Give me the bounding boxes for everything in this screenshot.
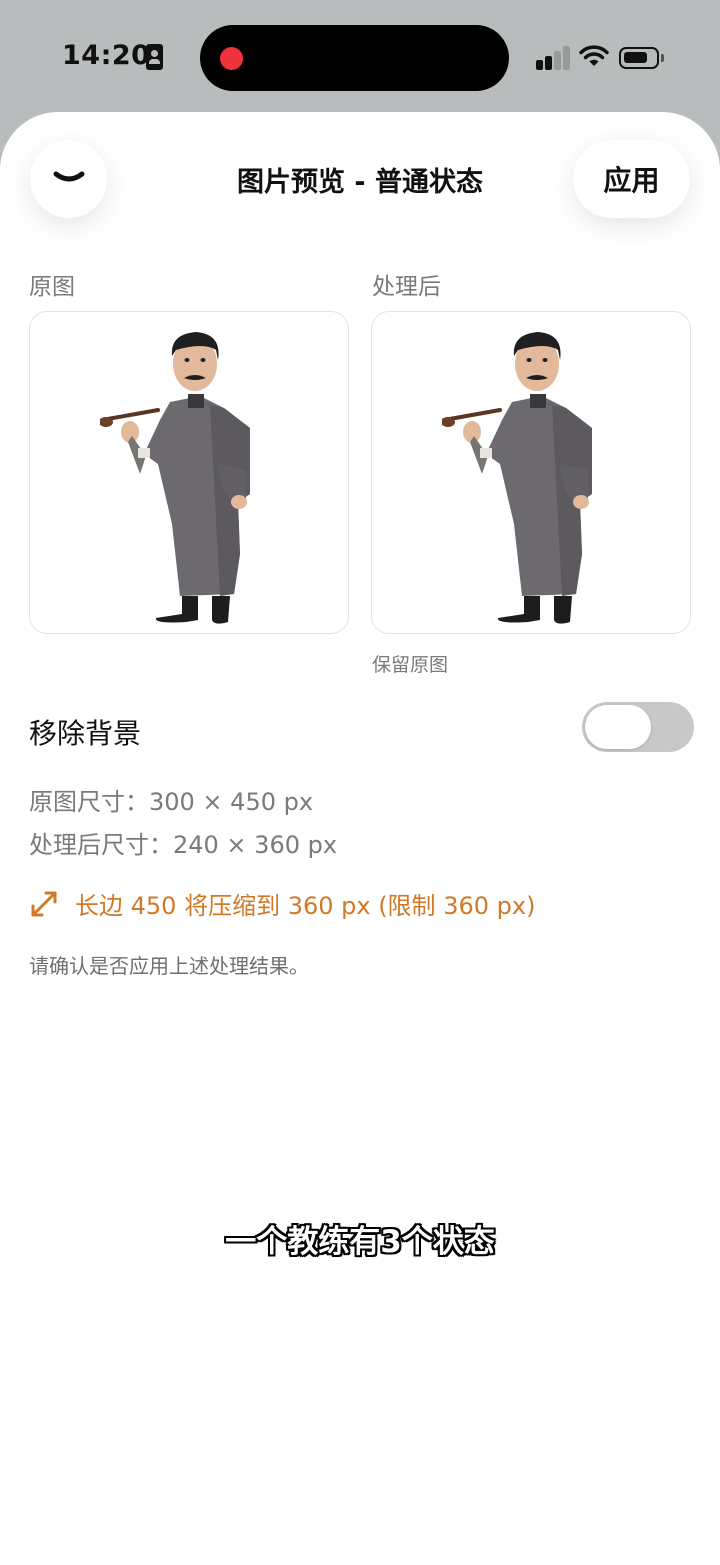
remove-background-label: 移除背景 xyxy=(29,717,142,750)
resize-arrows-icon xyxy=(31,891,57,916)
original-image[interactable] xyxy=(29,311,349,634)
status-time: 14:20 xyxy=(62,40,151,71)
compress-notice: 长边 450 将压缩到 360 px (限制 360 px) xyxy=(29,886,535,921)
collapse-button[interactable] xyxy=(30,140,107,218)
compress-notice-text: 长边 450 将压缩到 360 px (限制 360 px) xyxy=(75,892,536,920)
status-bar: 14:20 xyxy=(0,0,720,112)
recording-dot-icon xyxy=(220,47,243,70)
page-title: 图片预览 - 普通状态 xyxy=(236,167,483,198)
cellular-signal-icon xyxy=(536,46,572,72)
original-size-text: 原图尺寸：300 × 450 px xyxy=(29,788,314,816)
wifi-icon xyxy=(579,45,609,66)
processed-caption: 保留原图 xyxy=(372,654,449,676)
apply-button[interactable]: 应用 xyxy=(573,140,690,218)
remove-background-toggle[interactable] xyxy=(582,702,694,752)
video-subtitle: 一个教练有3个状态 xyxy=(225,1224,495,1260)
processed-label: 处理后 xyxy=(372,274,441,300)
confirm-text: 请确认是否应用上述处理结果。 xyxy=(29,954,309,978)
dynamic-island xyxy=(200,25,509,91)
preview-sheet: 图片预览 - 普通状态 应用 原图 处理后 保留原图 移除背景 原图尺寸：300… xyxy=(0,112,720,1565)
processed-image[interactable] xyxy=(371,311,691,634)
toggle-knob xyxy=(585,705,651,749)
battery-cap xyxy=(661,54,664,62)
chevron-down-icon xyxy=(53,171,85,182)
id-badge-icon xyxy=(146,44,163,70)
original-label: 原图 xyxy=(29,274,75,300)
processed-size-text: 处理后尺寸：240 × 360 px xyxy=(29,831,338,859)
battery-icon xyxy=(619,47,659,69)
figure-illustration xyxy=(442,332,592,624)
figure-illustration xyxy=(100,332,250,624)
